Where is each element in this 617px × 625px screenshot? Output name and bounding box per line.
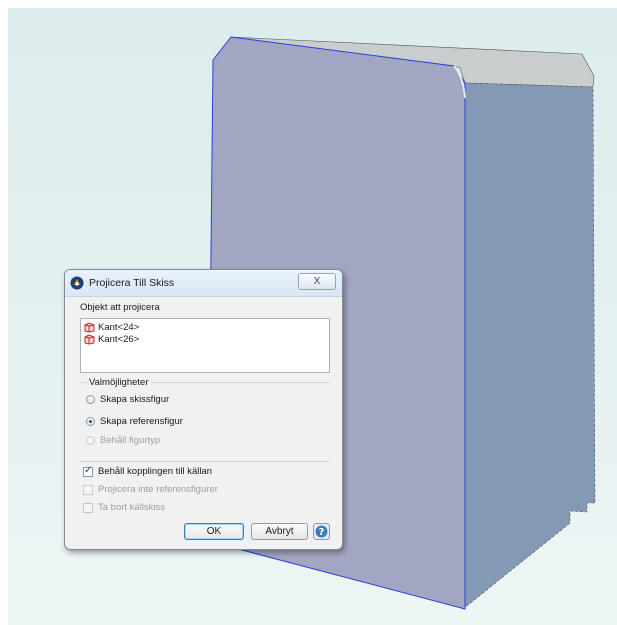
dialog-title: Projicera Till Skiss	[89, 277, 175, 289]
list-item-label: Kant<24>	[98, 321, 140, 333]
options-group-label: Valmöjligheter	[87, 377, 151, 388]
objects-listbox[interactable]: Kant<24> Kant<26>	[80, 318, 330, 373]
radio-button-selected[interactable]	[86, 417, 95, 426]
objects-group-label: Objekt att projicera	[80, 302, 160, 313]
radio-create-reference-figure[interactable]: Skapa referensfigur	[86, 416, 183, 427]
check-remove-source-sketch[interactable]: Ta bort källskiss	[83, 502, 165, 513]
list-item[interactable]: Kant<26>	[84, 333, 139, 345]
radio-button[interactable]	[86, 395, 95, 404]
checkbox-checked[interactable]	[83, 465, 93, 477]
edge-cube-icon	[84, 321, 95, 333]
radio-button-disabled[interactable]	[86, 436, 95, 445]
model-side-face[interactable]	[462, 82, 596, 610]
close-icon: X	[313, 276, 321, 287]
check-keep-link-to-source[interactable]: Behåll kopplingen till källan	[83, 465, 213, 477]
check-dont-project-reference[interactable]: Projicera inte referensfigurer	[83, 484, 218, 495]
radio-label: Skapa referensfigur	[100, 416, 183, 427]
cancel-button[interactable]: Avbryt	[251, 523, 308, 540]
radio-create-sketch-figure[interactable]: Skapa skissfigur	[86, 394, 169, 405]
help-button[interactable]: ?	[313, 523, 330, 540]
separator	[80, 461, 330, 462]
edge-cube-icon	[84, 333, 95, 345]
checkbox-label: Behåll kopplingen till källan	[98, 466, 213, 477]
radio-keep-figure-type[interactable]: Behåll figurtyp	[86, 435, 160, 446]
dialog-titlebar[interactable]: Projicera Till Skiss X	[65, 270, 342, 297]
radio-label: Skapa skissfigur	[100, 394, 170, 405]
checkbox-label: Projicera inte referensfigurer	[98, 484, 218, 495]
radio-label: Behåll figurtyp	[100, 435, 161, 446]
project-to-sketch-dialog: Projicera Till Skiss X Objekt att projic…	[64, 269, 343, 550]
checkbox-disabled[interactable]	[83, 484, 93, 495]
ok-button[interactable]: OK	[184, 523, 244, 540]
checkbox-label: Ta bort källskiss	[98, 502, 166, 513]
list-item-label: Kant<26>	[98, 333, 140, 345]
close-button[interactable]: X	[298, 273, 336, 290]
checkbox-disabled[interactable]	[83, 502, 93, 513]
svg-text:?: ?	[319, 527, 325, 538]
app-icon	[70, 276, 84, 290]
list-item[interactable]: Kant<24>	[84, 321, 139, 333]
